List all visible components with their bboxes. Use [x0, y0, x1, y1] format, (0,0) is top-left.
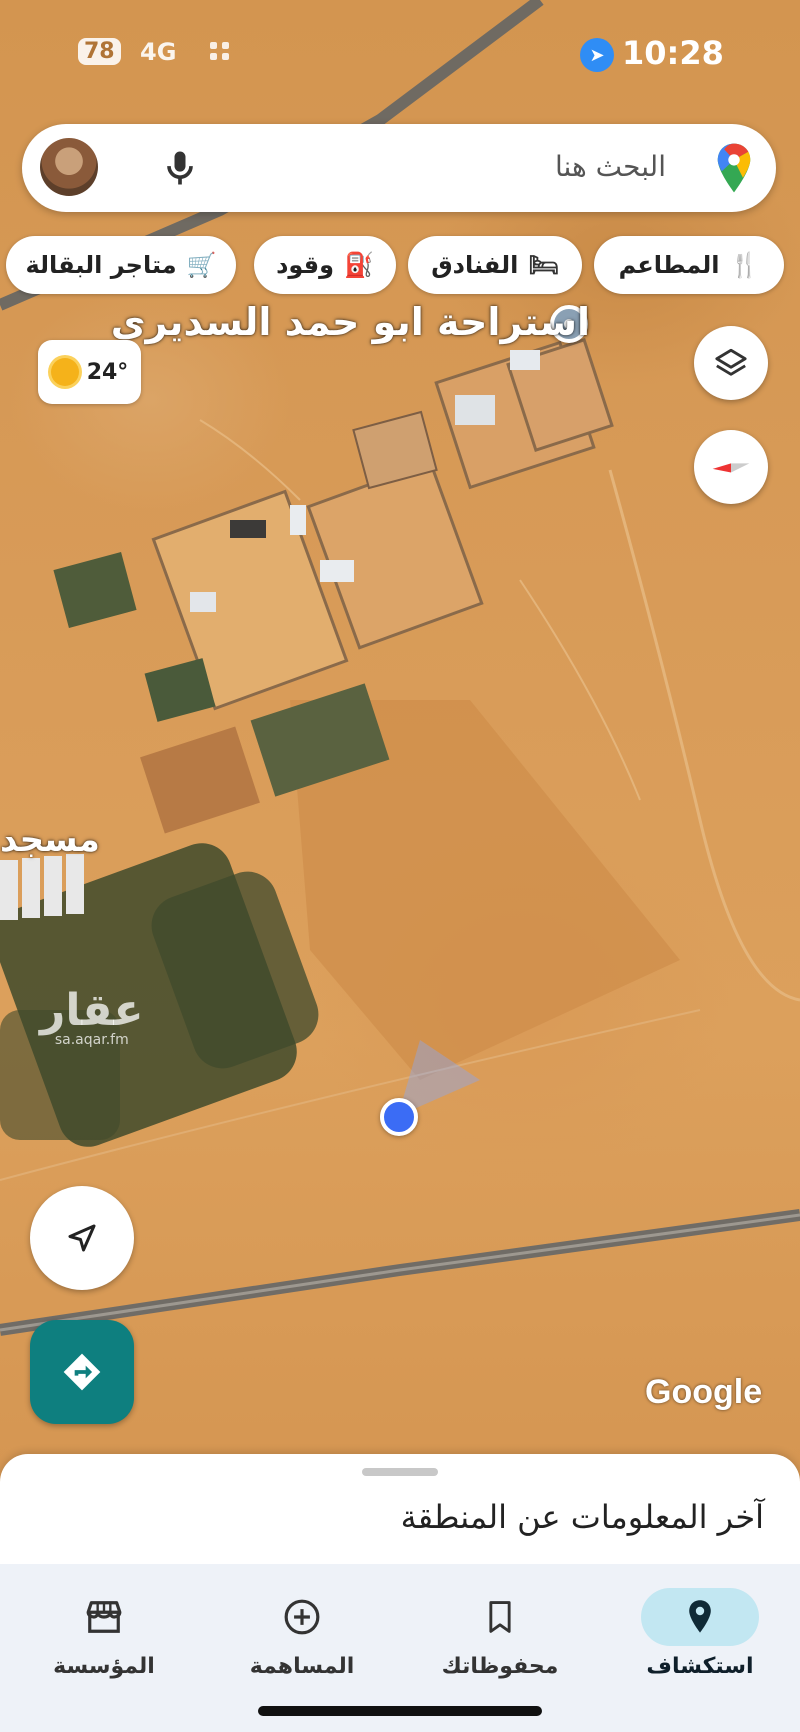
- category-chips: 🍴 المطاعم 🛏 الفنادق ⛽ وقود 🛒 متاجر البقا…: [6, 236, 796, 296]
- chip-restaurants[interactable]: 🍴 المطاعم: [594, 236, 784, 294]
- watermark-url: sa.aqar.fm: [54, 1032, 129, 1048]
- green-patch: [144, 658, 216, 722]
- building: [190, 592, 216, 612]
- status-bar: 78 4G ➤ 10:28: [0, 30, 800, 78]
- battery-indicator: 78: [78, 38, 121, 65]
- clock: 10:28: [622, 34, 724, 72]
- nav-saved[interactable]: محفوظاتك: [410, 1588, 590, 1679]
- google-logo: Google: [645, 1373, 763, 1411]
- building: [455, 395, 495, 425]
- building: [510, 350, 540, 370]
- nav-business[interactable]: المؤسسة: [14, 1588, 194, 1679]
- network-type: 4G: [140, 38, 177, 66]
- place-label[interactable]: استراحة ابو حمد السديري: [111, 300, 590, 344]
- compass-icon: [712, 463, 750, 473]
- sheet-drag-handle[interactable]: [362, 1468, 438, 1476]
- home-indicator[interactable]: [258, 1706, 542, 1716]
- navigation-arrow-icon: [68, 1224, 96, 1252]
- compound-2: [306, 460, 484, 650]
- track: [199, 419, 301, 501]
- cart-icon: 🛒: [186, 251, 217, 279]
- nav-label: استكشاف: [646, 1654, 754, 1679]
- bookmark-icon: [489, 1601, 511, 1633]
- green-patch: [53, 551, 137, 629]
- my-location-dot: [380, 1098, 418, 1136]
- chip-hotels[interactable]: 🛏 الفنادق: [408, 236, 582, 294]
- watermark-logo: عقار: [40, 985, 144, 1036]
- google-maps-pin-icon: [717, 143, 751, 193]
- hotel-icon: 🛏: [528, 251, 559, 279]
- bottom-sheet[interactable]: آخر المعلومات عن المنطقة: [0, 1454, 800, 1564]
- layers-button[interactable]: [694, 326, 768, 400]
- temperature: 24°: [86, 359, 129, 385]
- directions-button[interactable]: [30, 1320, 134, 1424]
- sun-icon: [50, 358, 79, 386]
- add-circle-icon: [284, 1599, 320, 1635]
- building: [290, 505, 306, 535]
- restaurant-icon: 🍴: [729, 251, 760, 279]
- chip-label: متاجر البقالة: [25, 251, 177, 279]
- directions-icon: [63, 1353, 101, 1391]
- mic-icon[interactable]: [158, 146, 202, 190]
- sheet-title: آخر المعلومات عن المنطقة: [400, 1498, 764, 1536]
- chip-label: الفنادق: [431, 251, 519, 279]
- nav-label: المساهمة: [249, 1654, 355, 1679]
- nav-label: المؤسسة: [53, 1654, 155, 1679]
- building: [230, 520, 266, 538]
- chip-grocery[interactable]: 🛒 متاجر البقالة: [6, 236, 236, 294]
- compass-button[interactable]: [694, 430, 768, 504]
- search-bar[interactable]: البحث هنا: [22, 124, 776, 212]
- fuel-icon: ⛽: [344, 251, 374, 279]
- chip-fuel[interactable]: ⛽ وقود: [254, 236, 396, 294]
- chip-label: المطاعم: [618, 251, 720, 279]
- signal-icon: [210, 42, 230, 60]
- nav-contribute[interactable]: المساهمة: [212, 1588, 392, 1679]
- weather-chip[interactable]: 24°: [38, 340, 141, 404]
- location-arrow-icon: ➤: [580, 38, 614, 72]
- nav-label: محفوظاتك: [441, 1654, 559, 1679]
- search-input[interactable]: البحث هنا: [555, 150, 666, 183]
- chip-label: وقود: [276, 251, 335, 279]
- layers-icon: [715, 348, 747, 376]
- recenter-button[interactable]: [30, 1186, 134, 1290]
- mosque-label[interactable]: مسجد: [0, 820, 100, 860]
- nav-explore[interactable]: استكشاف: [610, 1588, 790, 1679]
- explore-pin-icon: [689, 1600, 711, 1633]
- track: [519, 579, 641, 801]
- field: [140, 726, 260, 834]
- avatar[interactable]: [40, 138, 98, 196]
- watermark: عقار sa.aqar.fm: [40, 985, 144, 1048]
- storefront-icon: [86, 1601, 122, 1633]
- building: [320, 560, 354, 582]
